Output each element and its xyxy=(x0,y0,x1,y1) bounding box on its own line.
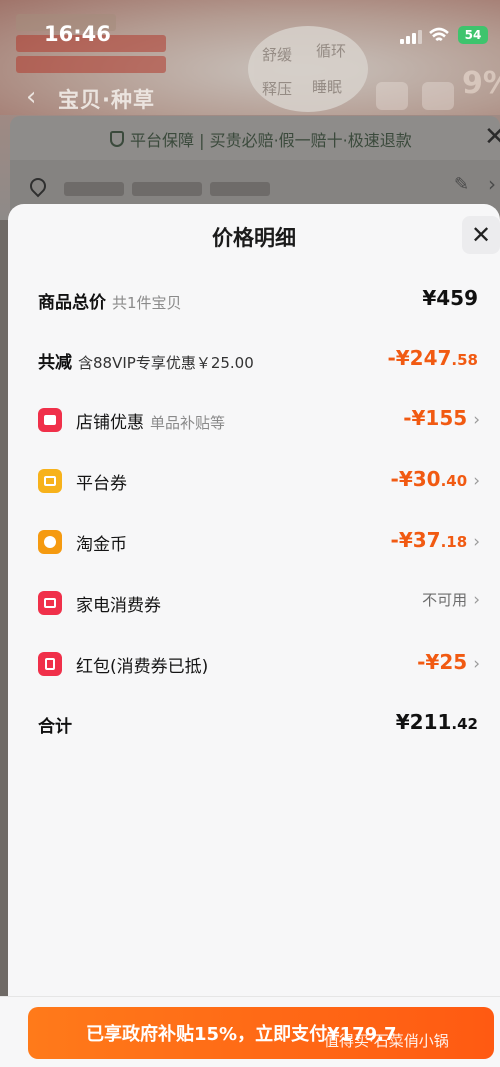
row-amount: -¥25 › xyxy=(417,650,480,674)
sheet-title: 价格明细 xyxy=(212,226,296,250)
battery-icon: 54 xyxy=(458,26,488,44)
cart-icon[interactable] xyxy=(422,82,454,110)
row-amount: -¥37.18 › xyxy=(390,528,480,552)
coin-icon xyxy=(38,530,62,554)
chevron-right-icon: › xyxy=(473,532,480,552)
price-row-total-discount: 共减 含88VIP专享优惠￥25.00 -¥247.58 xyxy=(8,340,500,380)
guarantee-banner: 平台保障 | 买贵必赔·假一赔十·极速退款 ✕ xyxy=(10,116,500,160)
price-row-grand-total: 合计 ¥211.42 xyxy=(8,704,500,744)
row-amount: -¥247.58 xyxy=(387,346,478,370)
row-amount: 不可用 › xyxy=(422,590,480,610)
close-icon[interactable]: ✕ xyxy=(484,122,500,152)
row-amount: ¥459 xyxy=(422,286,478,310)
coupon-icon xyxy=(38,469,62,493)
chevron-right-icon: › xyxy=(473,471,480,491)
row-amount: -¥30.40 › xyxy=(390,467,480,491)
shop-icon xyxy=(38,408,62,432)
back-icon[interactable]: ‹ xyxy=(26,82,36,112)
price-row-platform-coupon[interactable]: 平台券 -¥30.40 › xyxy=(8,461,500,501)
blurred-address xyxy=(64,182,124,196)
row-label: 合计 xyxy=(38,717,72,737)
nav-title: 宝贝·种草 xyxy=(58,88,155,112)
signal-icon xyxy=(400,30,422,44)
status-time: 16:46 xyxy=(44,22,111,46)
chevron-right-icon[interactable]: › xyxy=(488,172,496,196)
price-row-shop-discount[interactable]: 店铺优惠 单品补贴等 -¥155 › xyxy=(8,400,500,440)
red-packet-icon xyxy=(38,652,62,676)
watermark-text: 值得买·石菜俏小锅 xyxy=(324,1032,449,1050)
background-nav-bar: ‹ 宝贝·种草 xyxy=(0,72,500,118)
row-amount: -¥155 › xyxy=(403,406,480,430)
price-row-appliance-coupon[interactable]: 家电消费券 不可用 › xyxy=(8,583,500,623)
row-sub: 含88VIP专享优惠￥25.00 xyxy=(78,354,254,372)
chevron-right-icon: › xyxy=(473,410,480,430)
row-label: 共减 xyxy=(38,353,72,373)
row-sub: 单品补贴等 xyxy=(150,414,226,432)
row-amount: ¥211.42 xyxy=(395,710,478,734)
edit-icon[interactable]: ✎ xyxy=(454,174,469,195)
row-label: 商品总价 xyxy=(38,293,106,313)
guarantee-text: 平台保障 | 买贵必赔·假一赔十·极速退款 xyxy=(130,131,412,150)
blurred-address xyxy=(132,182,202,196)
close-button[interactable]: ✕ xyxy=(462,216,500,254)
price-row-taojinbi[interactable]: 淘金币 -¥37.18 › xyxy=(8,522,500,562)
row-label: 淘金币 xyxy=(76,535,127,555)
row-label: 家电消费券 xyxy=(76,596,161,616)
shield-icon xyxy=(110,131,124,147)
price-row-total-goods: 商品总价 共1件宝贝 ¥459 xyxy=(8,280,500,320)
row-label: 红包(消费券已抵) xyxy=(76,657,209,677)
status-bar: 16:46 54 xyxy=(0,0,500,62)
blurred-address xyxy=(210,182,270,196)
row-label: 平台券 xyxy=(76,474,127,494)
row-label: 店铺优惠 xyxy=(76,413,144,433)
location-pin-icon xyxy=(26,174,50,198)
price-detail-sheet: 价格明细 ✕ 商品总价 共1件宝贝 ¥459 共减 含88VIP专享优惠￥25.00… xyxy=(8,204,500,1066)
voucher-icon xyxy=(38,591,62,615)
row-sub: 共1件宝贝 xyxy=(112,294,182,312)
chevron-right-icon: › xyxy=(473,590,480,610)
promo-percent: 9% xyxy=(462,66,500,101)
wifi-icon xyxy=(429,27,449,42)
price-row-red-packet[interactable]: 红包(消费券已抵) -¥25 › xyxy=(8,644,500,684)
share-icon[interactable] xyxy=(376,82,408,110)
chevron-right-icon: › xyxy=(473,654,480,674)
